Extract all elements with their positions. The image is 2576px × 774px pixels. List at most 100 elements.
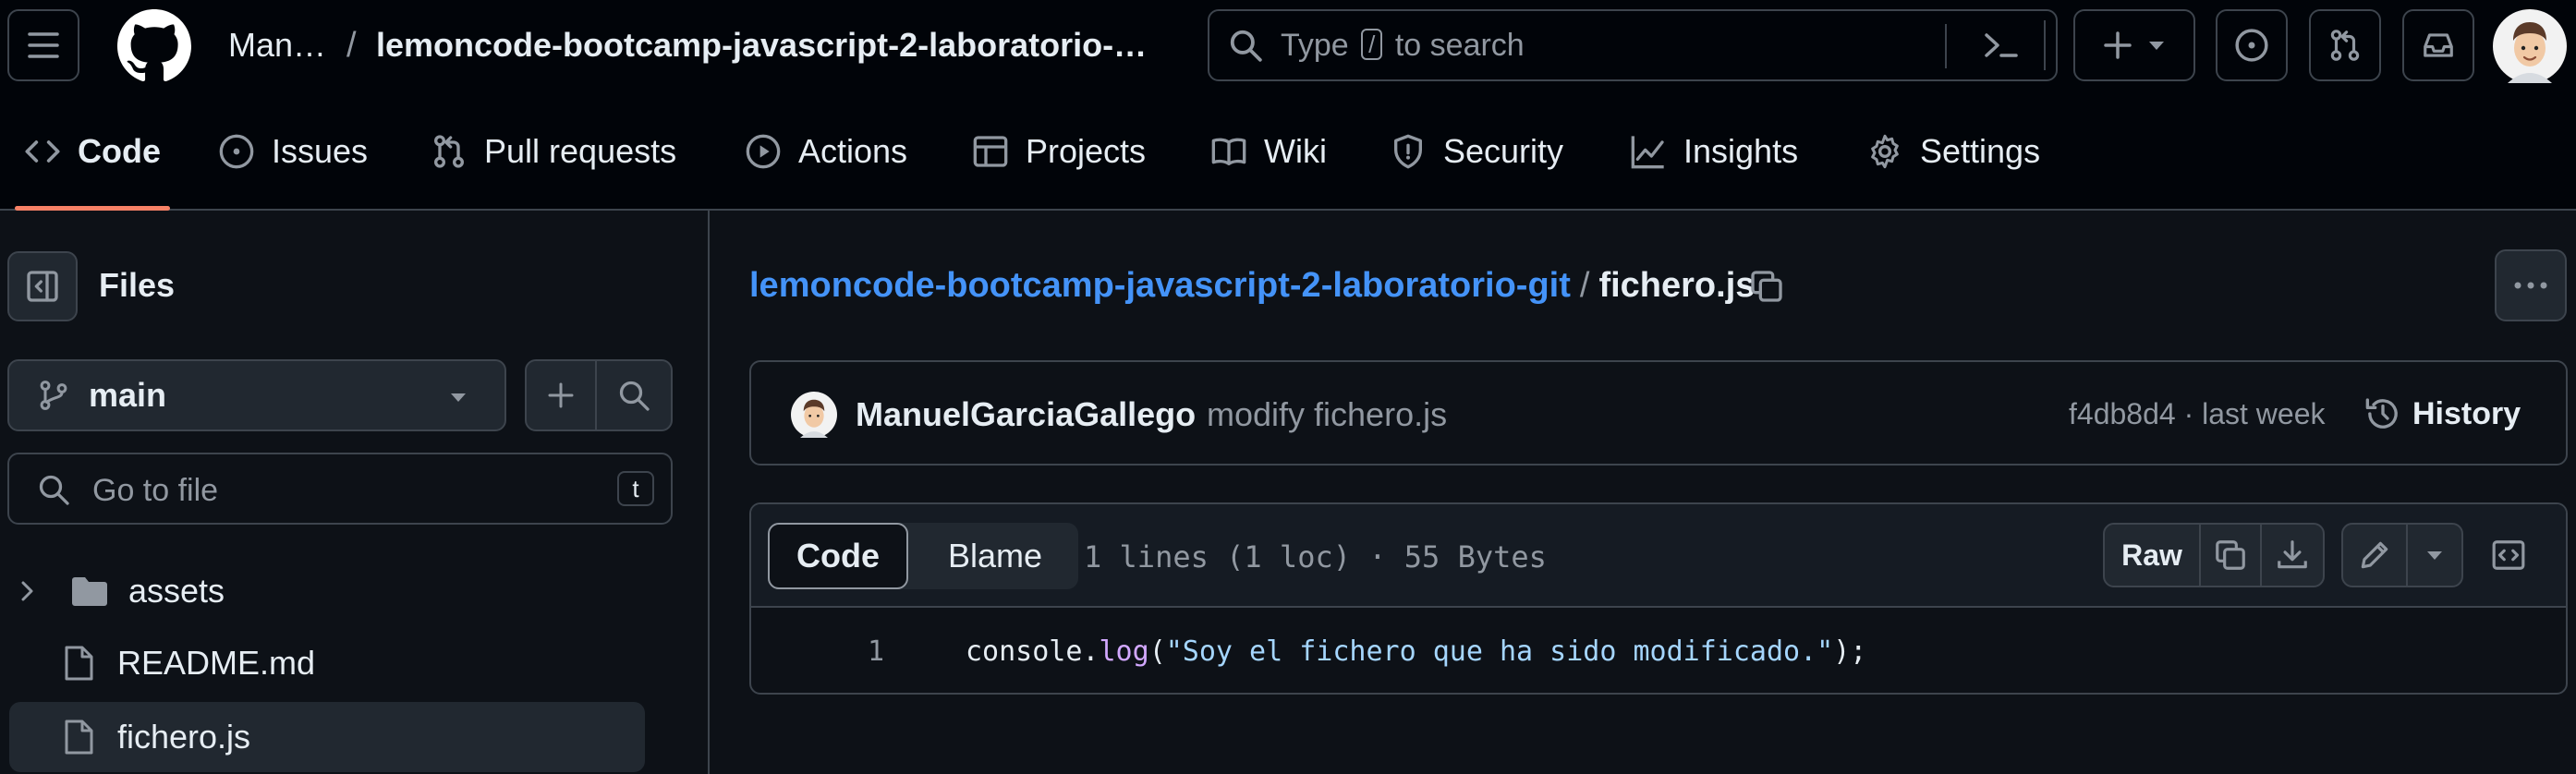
chevron-right-icon (21, 581, 33, 601)
code-string: "Soy el fichero que ha sido modificado." (1165, 635, 1834, 668)
branch-selector[interactable]: main (7, 359, 506, 431)
book-icon (1211, 138, 1246, 165)
plus-icon (548, 382, 574, 408)
tab-projects-label: Projects (1026, 132, 1147, 170)
search-shortcut-key: / (1361, 29, 1383, 60)
breadcrumb-separator: / (1579, 266, 1590, 305)
hamburger-icon (28, 32, 59, 58)
menu-button[interactable] (7, 9, 79, 81)
tab-code-label: Code (78, 132, 161, 170)
tab-settings[interactable]: Settings (1866, 94, 2040, 209)
play-icon (746, 134, 781, 169)
avatar (2493, 9, 2567, 83)
file-viewer: Code Blame 1 lines (1 loc) · 55 Bytes Ra… (749, 502, 2568, 695)
file-icon (65, 720, 93, 755)
tab-pull-requests-label: Pull requests (484, 132, 677, 170)
issues-shortcut-button[interactable] (2216, 9, 2288, 81)
github-mark-icon (117, 9, 191, 82)
code-icon (25, 140, 60, 163)
tree-item-assets[interactable]: assets (9, 556, 645, 626)
commit-meta[interactable]: f4db8d4 · last week (2069, 397, 2326, 431)
latest-commit: ManuelGarciaGallego modify fichero.js f4… (749, 360, 2568, 466)
tab-pull-requests[interactable]: Pull requests (431, 94, 676, 209)
line-code: console.log("Soy el fichero que ha sido … (966, 635, 1866, 668)
author-avatar[interactable] (791, 392, 837, 438)
commit-message[interactable]: modify fichero.js (1207, 395, 1447, 434)
command-palette-button[interactable] (1960, 20, 2043, 70)
symbols-panel-button[interactable] (2475, 523, 2542, 587)
sidebar-collapse-icon (27, 271, 58, 302)
code-view-tab[interactable]: Code (768, 523, 908, 589)
tab-code[interactable]: Code (15, 94, 170, 211)
code-square-icon (2492, 540, 2525, 570)
tab-security[interactable]: Security (1390, 94, 1563, 209)
global-header: Man… / lemoncode-bootcamp-javascript-2-l… (0, 0, 2576, 94)
tab-actions-label: Actions (798, 132, 908, 170)
history-label: History (2412, 395, 2521, 431)
table-icon (973, 136, 1008, 167)
inbox-icon (2424, 33, 2453, 57)
inbox-button[interactable] (2402, 9, 2474, 81)
create-new-button[interactable] (2073, 9, 2195, 81)
breadcrumb-repo-link[interactable]: lemoncode-bootcamp-javascript-2-laborato… (749, 266, 1571, 305)
line-number[interactable]: 1 (751, 635, 884, 668)
go-to-file-input[interactable]: Go to file t (7, 453, 673, 525)
triangle-down-icon (451, 393, 466, 402)
code-close: ); (1833, 635, 1867, 668)
tab-issues[interactable]: Issues (218, 94, 368, 209)
history-icon (2365, 398, 2398, 429)
add-file-button[interactable] (525, 359, 597, 431)
download-button[interactable] (2260, 523, 2325, 587)
sidebar-title: Files (99, 266, 176, 304)
folder-icon (72, 577, 107, 606)
file-header: Code Blame 1 lines (1 loc) · 55 Bytes Ra… (751, 504, 2566, 608)
go-to-file-placeholder: Go to file (92, 473, 219, 508)
edit-options-button[interactable] (2406, 523, 2463, 587)
tab-issues-label: Issues (272, 132, 369, 170)
more-options-button[interactable] (2495, 249, 2567, 321)
tree-item-label: README.md (117, 644, 316, 682)
tab-insights-label: Insights (1683, 132, 1799, 170)
raw-button[interactable]: Raw (2103, 523, 2201, 587)
plus-icon (2104, 31, 2132, 59)
history-button[interactable]: History (2364, 384, 2521, 443)
copy-icon (1751, 271, 1782, 302)
code-line: 1 console.log("Soy el fichero que ha sid… (751, 608, 2566, 693)
search-icon (619, 381, 650, 411)
copy-path-button[interactable] (1744, 264, 1789, 308)
search-files-button[interactable] (595, 359, 673, 431)
search-divider (1945, 24, 1947, 68)
blame-view-tab[interactable]: Blame (914, 523, 1076, 589)
git-pull-request-icon (2330, 30, 2360, 61)
code-view-tab-label: Code (796, 537, 880, 574)
code-function: log (1099, 635, 1149, 668)
commit-author[interactable]: ManuelGarciaGallego (856, 395, 1196, 434)
search-input[interactable]: Type / to search (1208, 9, 2058, 81)
search-icon (1230, 30, 1262, 62)
breadcrumb-repo[interactable]: lemoncode-bootcamp-javascript-2-laborato… (376, 26, 1147, 65)
file-icon (65, 646, 93, 681)
github-logo[interactable] (117, 9, 191, 83)
tab-projects[interactable]: Projects (972, 94, 1146, 209)
file-stats: 1 lines (1 loc) · 55 Bytes (1084, 539, 1547, 574)
tab-wiki[interactable]: Wiki (1210, 94, 1327, 209)
file-breadcrumb: lemoncode-bootcamp-javascript-2-laborato… (749, 266, 1755, 306)
copy-raw-button[interactable] (2199, 523, 2262, 587)
collapse-sidebar-button[interactable] (7, 251, 78, 321)
breadcrumb-owner[interactable]: Man… (228, 26, 326, 65)
pencil-icon (2361, 541, 2388, 569)
blame-view-tab-label: Blame (947, 537, 1043, 574)
tab-insights[interactable]: Insights (1630, 94, 1798, 209)
search-placeholder-prefix: Type (1281, 28, 1349, 63)
pull-requests-shortcut-button[interactable] (2309, 9, 2381, 81)
user-avatar-button[interactable] (2493, 9, 2567, 83)
tab-actions[interactable]: Actions (745, 94, 907, 209)
branch-name: main (89, 376, 167, 414)
code-object: console. (966, 635, 1100, 668)
tree-item-readme[interactable]: README.md (9, 628, 645, 698)
tree-item-fichero-js[interactable]: fichero.js (9, 702, 645, 772)
code-paren: ( (1148, 635, 1166, 668)
terminal-icon (1985, 33, 2018, 57)
edit-button[interactable] (2341, 523, 2408, 587)
breadcrumb-file: fichero.js (1598, 266, 1756, 305)
